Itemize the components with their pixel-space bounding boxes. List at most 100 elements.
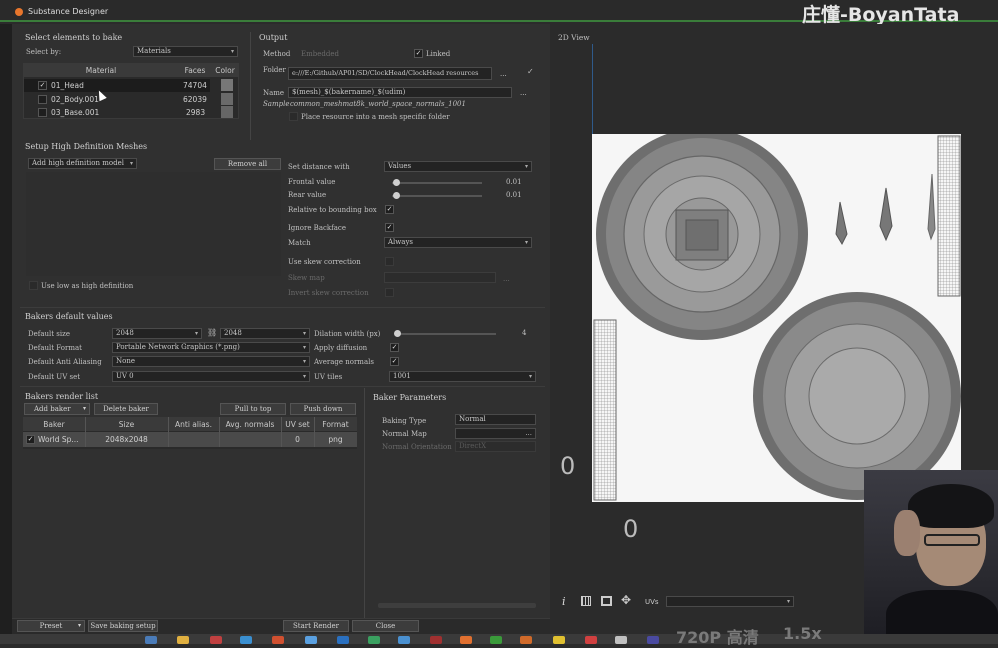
skew-checkbox[interactable]	[385, 257, 394, 266]
uv-tiles-label: UV tiles	[314, 373, 343, 381]
add-baker-button[interactable]: Add baker ▾	[24, 403, 90, 415]
grid-icon[interactable]	[581, 596, 591, 606]
format-dropdown[interactable]: Portable Network Graphics (*.png) ▾	[112, 342, 310, 353]
col-color[interactable]: Color	[211, 66, 239, 75]
push-down-button[interactable]: Push down	[290, 403, 356, 415]
method-value[interactable]: Embedded	[301, 50, 339, 58]
row-checkbox[interactable]: ✓	[38, 81, 47, 90]
view-origin-line	[592, 44, 593, 134]
taskbar-app-icon[interactable]	[337, 636, 349, 644]
col-anti-alias[interactable]: Anti alias.	[168, 420, 219, 429]
normal-map-field[interactable]: ...	[455, 428, 536, 439]
col-avg-normals[interactable]: Avg. normals	[219, 420, 281, 429]
rear-slider[interactable]	[392, 192, 482, 199]
default-size-value: 2048	[116, 329, 134, 337]
taskbar-app-icon[interactable]	[647, 636, 659, 644]
set-distance-dropdown[interactable]: Values ▾	[384, 161, 532, 172]
col-size[interactable]: Size	[85, 420, 168, 429]
normal-orient-field[interactable]: DirectX	[455, 441, 536, 452]
pan-icon[interactable]: ✥	[621, 593, 631, 607]
taskbar-app-icon[interactable]	[368, 636, 380, 644]
skew-map-browse[interactable]: ...	[503, 275, 510, 283]
link-icon[interactable]: ⛓	[207, 328, 217, 337]
delete-baker-button[interactable]: Delete baker	[94, 403, 158, 415]
col-faces[interactable]: Faces	[180, 66, 210, 75]
col-format[interactable]: Format	[314, 420, 357, 429]
taskbar-app-icon[interactable]	[490, 636, 502, 644]
check-icon[interactable]: ✓	[527, 67, 534, 76]
frontal-value[interactable]: 0.01	[506, 178, 522, 186]
default-size-dropdown[interactable]: 2048 ▾	[112, 328, 202, 339]
params-scrollbar[interactable]	[378, 603, 536, 608]
baking-type-field[interactable]: Normal	[455, 414, 536, 425]
dilation-value[interactable]: 4	[522, 329, 526, 337]
match-dropdown[interactable]: Always ▾	[384, 237, 532, 248]
params-header: Baker Parameters	[373, 393, 447, 402]
video-quality-label[interactable]: 720P 高清	[676, 624, 759, 648]
start-render-button[interactable]: Start Render	[283, 620, 349, 632]
color-swatch[interactable]	[221, 93, 233, 105]
name-field[interactable]: $(mesh)_$(bakername)_$(udim)	[288, 87, 512, 98]
uv-tiles-dropdown[interactable]: 1001 ▾	[389, 371, 536, 382]
folder-label: Folder	[263, 66, 286, 74]
dilation-slider[interactable]	[394, 330, 496, 337]
row-checkbox[interactable]	[38, 108, 47, 117]
taskbar-app-icon[interactable]	[585, 636, 597, 644]
folder-field[interactable]: e:///E:/Github/AP01/SD/ClockHead/ClockHe…	[288, 67, 492, 80]
relative-checkbox[interactable]: ✓	[385, 205, 394, 214]
row-checkbox[interactable]	[38, 95, 47, 104]
fit-view-icon[interactable]	[601, 596, 612, 606]
col-baker[interactable]: Baker	[23, 420, 85, 429]
slider-knob[interactable]	[394, 330, 401, 337]
taskbar-app-icon[interactable]	[460, 636, 472, 644]
taskbar-app-icon[interactable]	[430, 636, 442, 644]
diffusion-checkbox[interactable]: ✓	[390, 343, 399, 352]
slider-knob[interactable]	[393, 179, 400, 186]
place-checkbox[interactable]	[289, 112, 298, 121]
close-button[interactable]: Close	[352, 620, 419, 632]
taskbar-app-icon[interactable]	[615, 636, 627, 644]
rear-value[interactable]: 0.01	[506, 191, 522, 199]
taskbar-app-icon[interactable]	[553, 636, 565, 644]
taskbar-app-icon[interactable]	[240, 636, 252, 644]
col-material[interactable]: Material	[23, 66, 179, 75]
uv-set-dropdown[interactable]: UV 0 ▾	[112, 371, 310, 382]
taskbar-app-icon[interactable]	[305, 636, 317, 644]
select-by-dropdown[interactable]: Materials ▾	[133, 46, 238, 57]
color-swatch[interactable]	[221, 79, 233, 91]
webcam-hand	[894, 510, 920, 556]
pull-top-button[interactable]: Pull to top	[220, 403, 286, 415]
info-icon[interactable]: i	[562, 595, 566, 608]
taskbar-app-icon[interactable]	[272, 636, 284, 644]
remove-all-button[interactable]: Remove all	[214, 158, 281, 170]
material-faces: 2983	[186, 108, 206, 117]
invert-skew-checkbox[interactable]	[385, 288, 394, 297]
col-uv-set[interactable]: UV set	[281, 420, 314, 429]
normal-map-browse[interactable]: ...	[525, 429, 532, 438]
add-hd-dropdown[interactable]: Add high definition model ▾	[28, 158, 137, 169]
taskbar-app-icon[interactable]	[398, 636, 410, 644]
name-more-button[interactable]: ...	[520, 89, 527, 97]
taskbar-app-icon[interactable]	[520, 636, 532, 644]
ignore-backface-checkbox[interactable]: ✓	[385, 223, 394, 232]
save-setup-button[interactable]: Save baking setup	[88, 620, 158, 632]
taskbar-app-icon[interactable]	[210, 636, 222, 644]
rear-label: Rear value	[288, 191, 327, 199]
taskbar-app-icon[interactable]	[177, 636, 189, 644]
baker-enable-checkbox[interactable]: ✓	[26, 435, 35, 444]
preset-button[interactable]: Preset ▾	[17, 620, 85, 632]
avg-normals-checkbox[interactable]: ✓	[390, 357, 399, 366]
uvs-dropdown[interactable]: ▾	[666, 596, 794, 607]
default-size-dropdown-2[interactable]: 2048 ▾	[220, 328, 310, 339]
linked-checkbox[interactable]: ✓	[414, 49, 423, 58]
frontal-slider[interactable]	[392, 179, 482, 186]
color-swatch[interactable]	[221, 106, 233, 118]
low-as-high-checkbox[interactable]	[29, 281, 38, 290]
taskbar-app-icon[interactable]	[145, 636, 157, 644]
folder-browse-button[interactable]: ...	[500, 70, 507, 78]
skew-map-field[interactable]	[384, 272, 496, 283]
slider-knob[interactable]	[393, 192, 400, 199]
aa-dropdown[interactable]: None ▾	[112, 356, 310, 367]
video-speed-label[interactable]: 1.5x	[783, 624, 822, 643]
uv-wireframe	[593, 134, 961, 501]
